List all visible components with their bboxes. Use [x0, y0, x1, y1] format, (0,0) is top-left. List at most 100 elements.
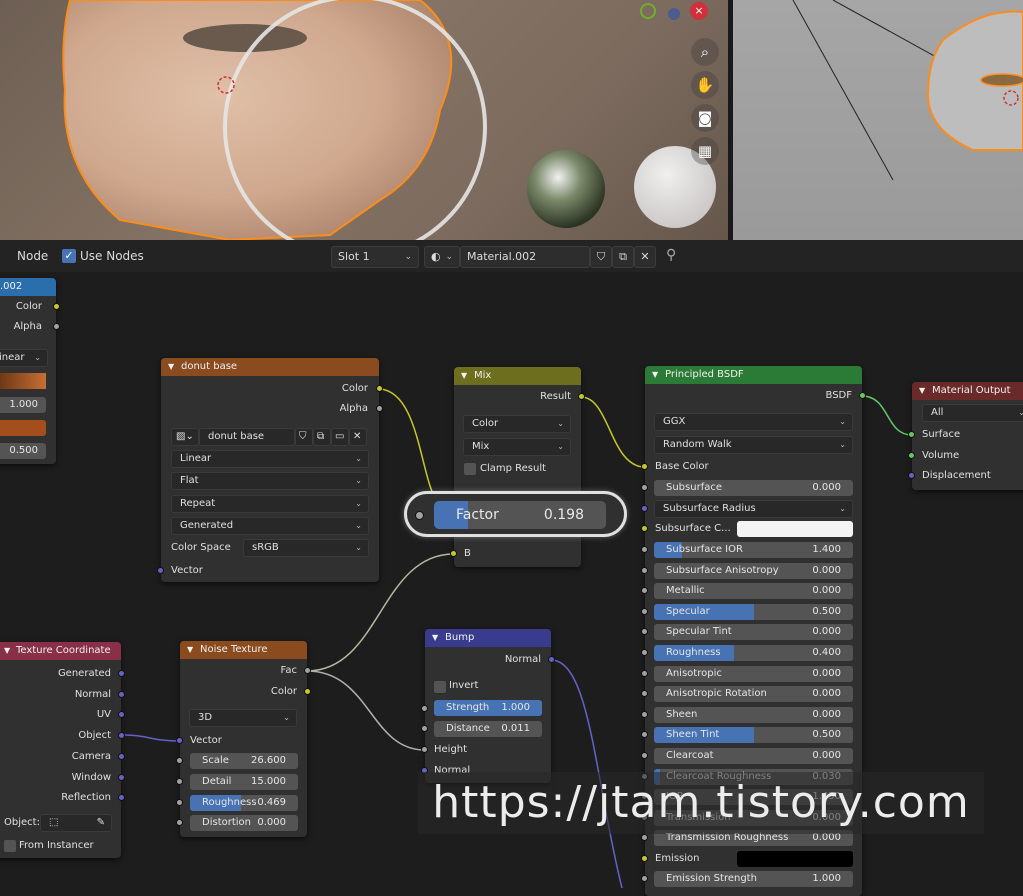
noise-distortion-socket[interactable] [176, 819, 183, 826]
unlink-close-icon[interactable]: ✕ [349, 428, 367, 446]
duplicate-material-icon[interactable]: ⧉ [612, 246, 634, 268]
bump-strength-socket[interactable] [421, 705, 428, 712]
factor-slider[interactable]: Factor 0.198 [434, 501, 606, 529]
image-out-alpha-socket[interactable] [53, 323, 60, 330]
bump-out-normal-socket[interactable] [548, 656, 555, 663]
mix-blend-type-select[interactable]: Mix ⌄ [463, 438, 571, 456]
subsurface-anisotropy-socket[interactable] [641, 566, 648, 574]
invert-checkbox[interactable] [434, 681, 446, 693]
noise-detail-socket[interactable] [176, 778, 183, 785]
specular-socket[interactable] [641, 607, 648, 615]
axis-x-gizmo[interactable]: × [690, 2, 708, 20]
color-space-select[interactable]: sRGB ⌄ [243, 539, 369, 557]
image-texture-node-left[interactable]: .002 Color Alpha inear ⌄ 1.000 0.500 [0, 278, 60, 464]
tex-coord-out-object-socket[interactable] [118, 732, 125, 740]
anisotropic-rotation-field[interactable]: Anisotropic Rotation 0.000 [654, 686, 853, 703]
bump-node[interactable]: ▼ Bump Normal Invert Strength 1.000 Distan… [421, 629, 555, 783]
donut-base-header[interactable]: ▼ donut base [161, 358, 379, 376]
emission-color-swatch[interactable] [737, 851, 853, 867]
zoom-icon[interactable]: ⌕ [691, 38, 719, 66]
material-output-node[interactable]: ▼ Material Output All ⌄ Surface Volume Dis… [908, 382, 1023, 490]
tex-coord-out-uv-socket[interactable] [118, 711, 125, 719]
mix-in-b-socket[interactable] [450, 550, 457, 557]
extension-select[interactable]: Repeat ⌄ [171, 495, 369, 513]
pin-icon[interactable]: ⚲ [666, 247, 676, 263]
subsurface-ior-socket[interactable] [641, 546, 648, 553]
output-target-select[interactable]: All ⌄ [922, 404, 1023, 422]
noise-distortion-field[interactable]: Distortion 0.000 [190, 815, 298, 831]
anisotropic-socket[interactable] [641, 669, 648, 677]
unlink-close-icon[interactable]: ✕ [634, 246, 656, 268]
subsurface-color-swatch[interactable] [737, 521, 853, 537]
subsurface-radius-select[interactable]: Subsurface Radius ⌄ [654, 500, 853, 518]
donut-in-vector-socket[interactable] [157, 567, 164, 574]
source-select[interactable]: Generated ⌄ [171, 517, 369, 535]
bsdf-out-socket[interactable] [859, 392, 866, 399]
subsurface-radius-socket[interactable] [641, 505, 648, 512]
subsurface-field[interactable]: Subsurface 0.000 [654, 480, 853, 496]
color-ramp-gradient[interactable] [0, 373, 46, 389]
metallic-socket[interactable] [641, 587, 648, 595]
donut-out-alpha-socket[interactable] [376, 405, 383, 412]
image-value1-field[interactable]: 1.000 [0, 397, 46, 413]
slot-dropdown[interactable]: Slot 1 ⌄ [331, 246, 419, 268]
material-output-header[interactable]: ▼ Material Output [912, 382, 1023, 400]
node-menu[interactable]: Node [17, 249, 48, 263]
roughness-field[interactable]: Roughness 0.400 [654, 645, 853, 661]
volume-socket[interactable] [908, 452, 915, 459]
subsurface-socket[interactable] [641, 484, 648, 491]
noise-texture-header[interactable]: ▼ Noise Texture [180, 641, 307, 659]
clearcoat-field[interactable]: Clearcoat 0.000 [654, 748, 853, 764]
noise-scale-field[interactable]: Scale 26.600 [190, 753, 298, 769]
object-picker-field[interactable]: ⬚ ✎ [40, 814, 112, 832]
specular-field[interactable]: Specular 0.500 [654, 603, 853, 620]
noise-dimensions-select[interactable]: 3D ⌄ [189, 709, 297, 727]
displacement-socket[interactable] [908, 472, 915, 479]
noise-out-fac-socket[interactable] [304, 667, 311, 674]
axis-y-gizmo[interactable] [640, 3, 656, 19]
principled-header[interactable]: ▼ Principled BSDF [645, 366, 862, 384]
noise-in-vector-socket[interactable] [176, 737, 183, 744]
tex-coord-out-window-socket[interactable] [118, 773, 125, 781]
viewport-solid[interactable] [733, 0, 1023, 240]
axis-z-gizmo[interactable] [668, 8, 680, 20]
material-browse-button[interactable]: ◐ ⌄ [424, 246, 460, 268]
noise-texture-node[interactable]: ▼ Noise Texture Fac Color 3D ⌄ Vector Scal… [176, 641, 311, 837]
image-out-color-socket[interactable] [53, 303, 60, 310]
donut-out-color-socket[interactable] [376, 385, 383, 392]
subsurface-method-select[interactable]: Random Walk ⌄ [654, 436, 853, 454]
interpolation-select[interactable]: Linear ⌄ [171, 450, 369, 468]
mix-in-factor-socket[interactable] [415, 511, 424, 520]
donut-base-image-texture-node[interactable]: ▼ donut base Color Alpha ▨⌄ donut base ⛉ … [157, 358, 383, 582]
fake-user-shield-icon[interactable]: ⛉ [295, 428, 313, 446]
anisotropic-field[interactable]: Anisotropic 0.000 [654, 665, 853, 682]
bump-distance-field[interactable]: Distance 0.011 [434, 721, 542, 737]
metallic-field[interactable]: Metallic 0.000 [654, 583, 853, 600]
bump-height-socket[interactable] [421, 746, 428, 753]
image-value2-field[interactable]: 0.500 [0, 443, 46, 459]
projection-select[interactable]: Flat ⌄ [171, 472, 369, 490]
sheen-socket[interactable] [641, 710, 648, 718]
open-folder-icon[interactable]: ▭ [331, 428, 349, 446]
tex-coord-out-reflection-socket[interactable] [118, 794, 125, 802]
noise-roughness-field[interactable]: Roughness 0.469 [190, 795, 298, 811]
subsurface-anisotropy-field[interactable]: Subsurface Anisotropy 0.000 [654, 562, 853, 579]
distribution-select[interactable]: GGX ⌄ [654, 413, 853, 431]
clamp-result-checkbox[interactable] [464, 463, 476, 475]
bump-distance-socket[interactable] [421, 725, 428, 732]
sheen-tint-field[interactable]: Sheen Tint 0.500 [654, 727, 853, 744]
mix-data-type-select[interactable]: Color ⌄ [463, 415, 571, 433]
surface-socket[interactable] [908, 431, 915, 438]
image-node-header[interactable]: .002 [0, 278, 56, 296]
bump-strength-field[interactable]: Strength 1.000 [434, 700, 542, 716]
image-browse-icon[interactable]: ▨⌄ [171, 428, 199, 446]
material-name-field[interactable]: Material.002 [460, 246, 590, 268]
emission-strength-socket[interactable] [641, 875, 648, 882]
clearcoat-socket[interactable] [641, 752, 648, 759]
subsurface-color-socket[interactable] [641, 525, 648, 532]
bump-header[interactable]: ▼ Bump [425, 629, 551, 647]
specular-tint-socket[interactable] [641, 628, 648, 636]
noise-scale-socket[interactable] [176, 757, 183, 764]
mix-out-result-socket[interactable] [578, 393, 585, 400]
image-interp-select[interactable]: inear ⌄ [0, 349, 48, 367]
